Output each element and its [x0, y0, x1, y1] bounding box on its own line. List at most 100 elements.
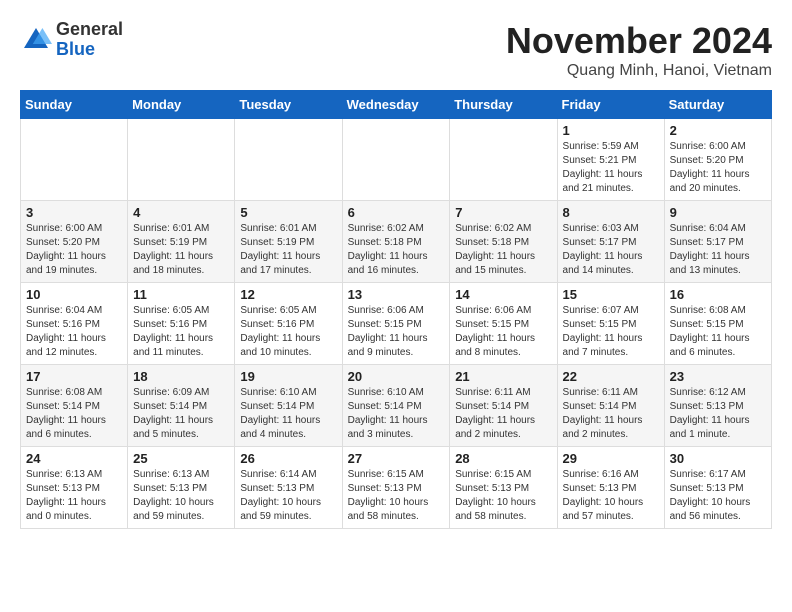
day-number: 23 [670, 369, 766, 384]
calendar-day-cell [235, 119, 342, 201]
calendar-day-cell: 29Sunrise: 6:16 AMSunset: 5:13 PMDayligh… [557, 447, 664, 529]
calendar-day-cell: 23 Sunrise: 6:12 AMSunset: 5:13 PMDayligh… [664, 365, 771, 447]
day-info: Sunrise: 6:05 AMSunset: 5:16 PMDaylight:… [133, 304, 229, 360]
calendar-day-cell: 27 Sunrise: 6:15 AMSunset: 5:13 PMDayligh… [342, 447, 450, 529]
day-info: Sunrise: 6:01 AMSunset: 5:19 PMDaylight:… [240, 222, 336, 278]
day-info: Sunrise: 6:02 AMSunset: 5:18 PMDaylight:… [348, 222, 445, 278]
day-number: 4 [133, 205, 229, 220]
day-number: 21 [455, 369, 551, 384]
day-info: Sunrise: 6:06 AMSunset: 5:15 PMDaylight:… [455, 304, 551, 360]
calendar-day-cell: 21 Sunrise: 6:11 AMSunset: 5:14 PMDayligh… [450, 365, 557, 447]
calendar: SundayMondayTuesdayWednesdayThursdayFrid… [20, 90, 772, 529]
calendar-day-cell: 8Sunrise: 6:03 AMSunset: 5:17 PMDaylight… [557, 201, 664, 283]
calendar-day-cell: 4Sunrise: 6:01 AMSunset: 5:19 PMDaylight… [128, 201, 235, 283]
day-number: 10 [26, 287, 122, 302]
day-number: 16 [670, 287, 766, 302]
calendar-day-cell: 28 Sunrise: 6:15 AMSunset: 5:13 PMDayligh… [450, 447, 557, 529]
day-info: Sunrise: 6:09 AMSunset: 5:14 PMDaylight:… [133, 386, 229, 442]
day-number: 2 [670, 123, 766, 138]
logo: General Blue [20, 20, 123, 60]
calendar-day-cell: 19 Sunrise: 6:10 AMSunset: 5:14 PMDayligh… [235, 365, 342, 447]
calendar-day-cell [450, 119, 557, 201]
day-info: Sunrise: 6:03 AMSunset: 5:17 PMDaylight:… [563, 222, 659, 278]
logo-blue: Blue [56, 39, 95, 59]
day-number: 3 [26, 205, 122, 220]
calendar-day-cell: 7 Sunrise: 6:02 AMSunset: 5:18 PMDaylight… [450, 201, 557, 283]
day-info: Sunrise: 6:00 AMSunset: 5:20 PMDaylight:… [26, 222, 122, 278]
day-info: Sunrise: 6:07 AMSunset: 5:15 PMDaylight:… [563, 304, 659, 360]
day-info: Sunrise: 6:05 AMSunset: 5:16 PMDaylight:… [240, 304, 336, 360]
day-info: Sunrise: 6:17 AMSunset: 5:13 PMDaylight:… [670, 468, 766, 524]
weekday-header: Sunday [21, 91, 128, 119]
day-info: Sunrise: 6:00 AMSunset: 5:20 PMDaylight:… [670, 140, 766, 196]
day-number: 11 [133, 287, 229, 302]
weekday-header: Monday [128, 91, 235, 119]
logo-general: General [56, 19, 123, 39]
calendar-day-cell: 16 Sunrise: 6:08 AMSunset: 5:15 PMDayligh… [664, 283, 771, 365]
calendar-day-cell: 15 Sunrise: 6:07 AMSunset: 5:15 PMDayligh… [557, 283, 664, 365]
day-number: 18 [133, 369, 229, 384]
day-number: 30 [670, 451, 766, 466]
header: General Blue November 2024 Quang Minh, H… [20, 20, 772, 80]
day-info: Sunrise: 6:10 AMSunset: 5:14 PMDaylight:… [348, 386, 445, 442]
day-info: Sunrise: 6:06 AMSunset: 5:15 PMDaylight:… [348, 304, 445, 360]
month-title: November 2024 [506, 20, 772, 62]
logo-icon [20, 24, 52, 56]
calendar-week-row: 1Sunrise: 5:59 AMSunset: 5:21 PMDaylight… [21, 119, 772, 201]
calendar-day-cell: 1Sunrise: 5:59 AMSunset: 5:21 PMDaylight… [557, 119, 664, 201]
weekday-header: Tuesday [235, 91, 342, 119]
calendar-day-cell: 6 Sunrise: 6:02 AMSunset: 5:18 PMDaylight… [342, 201, 450, 283]
day-number: 5 [240, 205, 336, 220]
calendar-day-cell: 12 Sunrise: 6:05 AMSunset: 5:16 PMDayligh… [235, 283, 342, 365]
calendar-day-cell: 17 Sunrise: 6:08 AMSunset: 5:14 PMDayligh… [21, 365, 128, 447]
title-area: November 2024 Quang Minh, Hanoi, Vietnam [506, 20, 772, 80]
calendar-day-cell: 20 Sunrise: 6:10 AMSunset: 5:14 PMDayligh… [342, 365, 450, 447]
day-info: Sunrise: 6:04 AMSunset: 5:16 PMDaylight:… [26, 304, 122, 360]
day-info: Sunrise: 6:13 AMSunset: 5:13 PMDaylight:… [133, 468, 229, 524]
day-info: Sunrise: 6:16 AMSunset: 5:13 PMDaylight:… [563, 468, 659, 524]
calendar-day-cell: 14Sunrise: 6:06 AMSunset: 5:15 PMDayligh… [450, 283, 557, 365]
calendar-day-cell: 22 Sunrise: 6:11 AMSunset: 5:14 PMDayligh… [557, 365, 664, 447]
day-number: 26 [240, 451, 336, 466]
day-info: Sunrise: 6:15 AMSunset: 5:13 PMDaylight:… [348, 468, 445, 524]
calendar-day-cell: 24 Sunrise: 6:13 AMSunset: 5:13 PMDayligh… [21, 447, 128, 529]
day-number: 28 [455, 451, 551, 466]
day-number: 15 [563, 287, 659, 302]
calendar-day-cell: 26Sunrise: 6:14 AMSunset: 5:13 PMDayligh… [235, 447, 342, 529]
calendar-day-cell: 18 Sunrise: 6:09 AMSunset: 5:14 PMDayligh… [128, 365, 235, 447]
calendar-day-cell: 9 Sunrise: 6:04 AMSunset: 5:17 PMDaylight… [664, 201, 771, 283]
calendar-day-cell: 3 Sunrise: 6:00 AMSunset: 5:20 PMDaylight… [21, 201, 128, 283]
weekday-header: Wednesday [342, 91, 450, 119]
calendar-day-cell [128, 119, 235, 201]
calendar-week-row: 3 Sunrise: 6:00 AMSunset: 5:20 PMDaylight… [21, 201, 772, 283]
day-info: Sunrise: 6:08 AMSunset: 5:15 PMDaylight:… [670, 304, 766, 360]
day-number: 27 [348, 451, 445, 466]
day-info: Sunrise: 6:11 AMSunset: 5:14 PMDaylight:… [455, 386, 551, 442]
weekday-header: Saturday [664, 91, 771, 119]
day-info: Sunrise: 6:13 AMSunset: 5:13 PMDaylight:… [26, 468, 122, 524]
calendar-week-row: 24 Sunrise: 6:13 AMSunset: 5:13 PMDayligh… [21, 447, 772, 529]
day-info: Sunrise: 6:12 AMSunset: 5:13 PMDaylight:… [670, 386, 766, 442]
day-info: Sunrise: 6:02 AMSunset: 5:18 PMDaylight:… [455, 222, 551, 278]
calendar-day-cell: 30 Sunrise: 6:17 AMSunset: 5:13 PMDayligh… [664, 447, 771, 529]
day-number: 6 [348, 205, 445, 220]
day-number: 25 [133, 451, 229, 466]
day-number: 20 [348, 369, 445, 384]
day-number: 17 [26, 369, 122, 384]
logo-text: General Blue [56, 20, 123, 60]
day-info: Sunrise: 6:08 AMSunset: 5:14 PMDaylight:… [26, 386, 122, 442]
calendar-week-row: 17 Sunrise: 6:08 AMSunset: 5:14 PMDayligh… [21, 365, 772, 447]
day-info: Sunrise: 6:04 AMSunset: 5:17 PMDaylight:… [670, 222, 766, 278]
calendar-week-row: 10 Sunrise: 6:04 AMSunset: 5:16 PMDayligh… [21, 283, 772, 365]
day-number: 19 [240, 369, 336, 384]
calendar-day-cell [342, 119, 450, 201]
calendar-day-cell: 11 Sunrise: 6:05 AMSunset: 5:16 PMDayligh… [128, 283, 235, 365]
day-info: Sunrise: 6:10 AMSunset: 5:14 PMDaylight:… [240, 386, 336, 442]
day-number: 9 [670, 205, 766, 220]
day-number: 12 [240, 287, 336, 302]
day-info: Sunrise: 6:15 AMSunset: 5:13 PMDaylight:… [455, 468, 551, 524]
day-info: Sunrise: 6:11 AMSunset: 5:14 PMDaylight:… [563, 386, 659, 442]
day-number: 22 [563, 369, 659, 384]
day-number: 24 [26, 451, 122, 466]
day-number: 7 [455, 205, 551, 220]
